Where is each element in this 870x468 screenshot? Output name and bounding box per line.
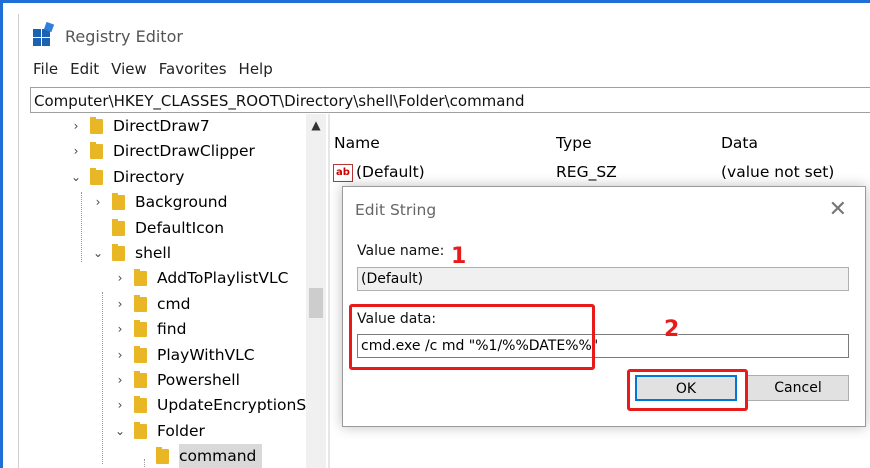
chevron-right-icon[interactable]: › — [114, 266, 126, 291]
address-bar[interactable]: Computer\HKEY_CLASSES_ROOT\Directory\she… — [30, 87, 870, 113]
tree-item-label: AddToPlaylistVLC — [157, 269, 289, 288]
folder-icon — [112, 244, 125, 261]
ok-button-highlight — [627, 369, 748, 411]
menu-file[interactable]: File — [19, 60, 64, 84]
tree-item-background[interactable]: › Background — [92, 190, 227, 215]
folder-icon — [134, 371, 147, 388]
folder-icon — [90, 142, 103, 160]
chevron-right-icon[interactable]: › — [114, 368, 126, 393]
tree-item-cmd[interactable]: › cmd — [114, 292, 190, 317]
value-type-cell: REG_SZ — [556, 163, 617, 181]
key-tree: › DirectDraw7 › DirectDrawClipper ⌄ Directory… — [30, 114, 332, 468]
chevron-right-icon[interactable]: › — [70, 139, 82, 164]
tree-item-label: Background — [135, 193, 228, 212]
tree-item-playwithvlc[interactable]: › PlayWithVLC — [114, 343, 255, 368]
folder-icon — [112, 193, 125, 211]
chevron-right-icon[interactable]: › — [114, 393, 126, 418]
value-name-field: (Default) — [357, 267, 849, 291]
tree-item-folder[interactable]: ⌄ Folder — [114, 419, 205, 444]
registry-editor-icon — [33, 21, 55, 47]
tree-item-label: Directory — [113, 167, 185, 186]
value-name-cell: ab (Default) — [333, 160, 425, 184]
window-top-edge — [0, 0, 870, 3]
step-1-marker: 1 — [451, 244, 467, 269]
tree-item-label: DefaultIcon — [135, 218, 225, 237]
chevron-right-icon[interactable]: › — [114, 343, 126, 368]
folder-icon — [90, 167, 103, 185]
column-header-data[interactable]: Data — [721, 134, 758, 152]
window-left-edge — [0, 0, 3, 468]
pane-splitter[interactable] — [328, 114, 330, 468]
tree-item-defaulticon[interactable]: DefaultIcon — [92, 216, 224, 241]
tree-item-label: DirectDrawClipper — [113, 142, 255, 161]
folder-icon — [134, 269, 147, 287]
tree-item-command[interactable]: command — [136, 444, 263, 468]
folder-icon — [134, 396, 147, 414]
close-icon[interactable]: ✕ — [829, 197, 847, 222]
title-bar[interactable]: Registry Editor — [19, 14, 870, 58]
tree-item-directdraw7[interactable]: › DirectDraw7 — [70, 114, 210, 139]
chevron-down-icon[interactable]: ⌄ — [114, 419, 126, 444]
chevron-right-icon[interactable]: › — [92, 190, 104, 215]
chevron-down-icon[interactable]: ⌄ — [70, 165, 82, 190]
step-2-marker: 2 — [664, 317, 680, 342]
menu-edit[interactable]: Edit — [64, 60, 105, 84]
folder-icon — [90, 117, 103, 134]
tree-item-directory[interactable]: ⌄ Directory — [70, 165, 184, 190]
string-value-icon: ab — [333, 163, 353, 182]
value-name-label: Value name: — [357, 243, 445, 259]
chevron-right-icon[interactable]: › — [114, 317, 126, 342]
tree-item-directdrawclipper[interactable]: › DirectDrawClipper — [70, 139, 255, 164]
folder-icon — [134, 320, 147, 338]
chevron-down-icon[interactable]: ⌄ — [92, 241, 104, 266]
tree-item-label: command — [179, 444, 263, 468]
menu-help[interactable]: Help — [233, 60, 279, 84]
chevron-right-icon[interactable]: › — [114, 292, 126, 317]
tree-item-label: Folder — [157, 421, 205, 440]
value-data-cell: (value not set) — [721, 163, 835, 181]
tree-scrollbar[interactable]: ▲ — [306, 114, 326, 468]
menu-favorites[interactable]: Favorites — [153, 60, 233, 84]
cancel-button[interactable]: Cancel — [747, 375, 849, 401]
folder-icon — [134, 294, 147, 312]
tree-item-label: UpdateEncryptionSet — [157, 396, 322, 415]
tree-item-label: Powershell — [157, 371, 240, 389]
scroll-up-icon[interactable]: ▲ — [306, 114, 326, 136]
tree-item-powershell[interactable]: › Powershell — [114, 368, 240, 393]
chevron-right-icon[interactable]: › — [70, 114, 82, 139]
tree-item-label: find — [157, 320, 187, 339]
tree-item-label: DirectDraw7 — [113, 117, 210, 135]
folder-icon — [112, 218, 125, 236]
tree-item-addtoplaylistvlc[interactable]: › AddToPlaylistVLC — [114, 266, 288, 291]
window-title: Registry Editor — [65, 26, 183, 46]
menu-view[interactable]: View — [105, 60, 153, 84]
value-data-highlight — [349, 304, 595, 370]
tree-item-updateencryptionset[interactable]: › UpdateEncryptionSet — [114, 393, 322, 418]
tree-item-label: cmd — [157, 294, 191, 313]
tree-item-shell[interactable]: ⌄ shell — [92, 241, 171, 266]
column-header-name[interactable]: Name — [334, 134, 380, 152]
scroll-thumb[interactable] — [309, 288, 323, 318]
tree-item-find[interactable]: › find — [114, 317, 186, 342]
value-row-default[interactable]: ab (Default) REG_SZ (value not set) — [331, 160, 870, 184]
folder-icon — [134, 421, 147, 439]
tree-item-label: shell — [135, 244, 172, 262]
tree-item-label: PlayWithVLC — [157, 345, 255, 364]
menu-bar: File Edit View Favorites Help — [19, 60, 279, 84]
folder-icon — [156, 447, 169, 465]
folder-icon — [134, 345, 147, 363]
column-header-type[interactable]: Type — [556, 134, 592, 152]
dialog-title: Edit String — [355, 201, 437, 219]
